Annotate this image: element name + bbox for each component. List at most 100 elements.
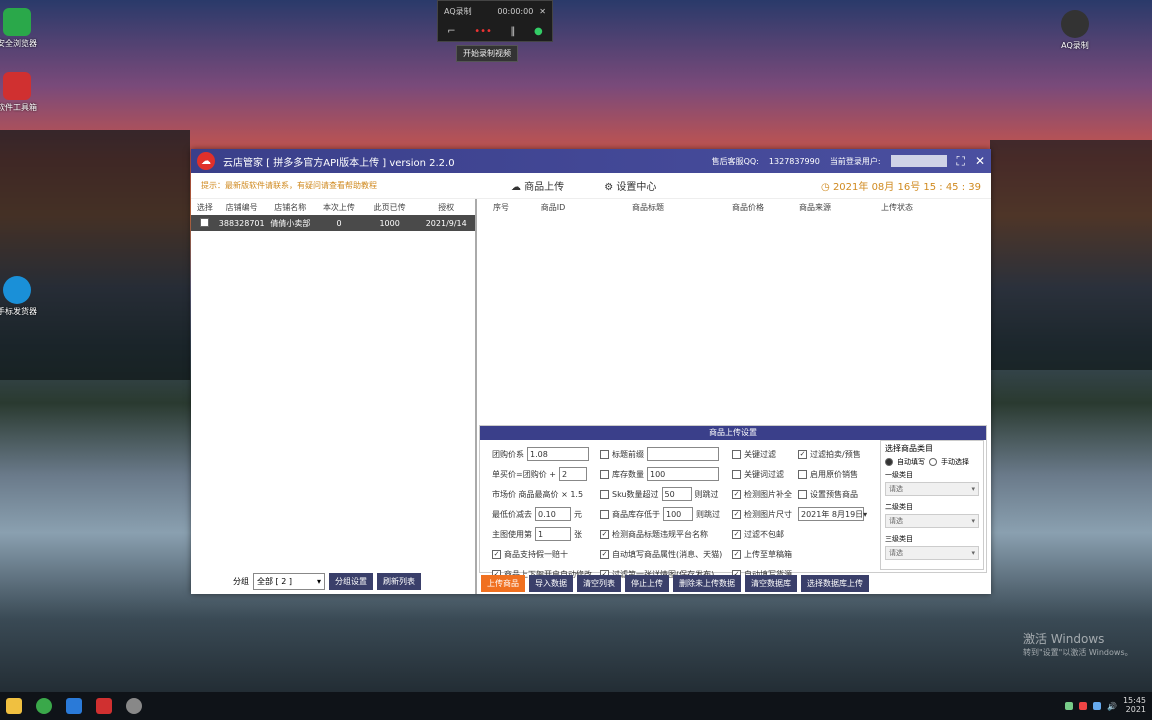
browser-icon (3, 8, 31, 36)
refresh-list-button[interactable]: 刷新列表 (377, 573, 421, 590)
shop-count: 0 (336, 218, 342, 228)
watermark-line1: 激活 Windows (1023, 632, 1105, 646)
radio-auto[interactable] (885, 458, 893, 466)
qq-number: 1327837990 (768, 156, 820, 166)
row-checkbox[interactable] (200, 217, 210, 227)
system-tray: 🔊 15:45 2021 (1064, 696, 1146, 715)
mic-icon[interactable]: ● (534, 26, 543, 37)
checkbox[interactable] (600, 449, 609, 459)
checkbox[interactable]: ✓ (732, 489, 741, 499)
low-stock-input[interactable]: 100 (663, 507, 693, 521)
crop-icon[interactable]: ⌐ (447, 26, 455, 37)
file-explorer-icon[interactable] (6, 698, 22, 714)
col-header: 授权 (438, 202, 455, 212)
desktop-icon-label: 手标发货器 (0, 307, 37, 316)
shop-date: 2021/9/14 (425, 218, 467, 228)
desktop-icon-shipper[interactable]: 手标发货器 (0, 276, 52, 317)
checkbox[interactable] (732, 449, 741, 459)
level3-value: 请选 (889, 549, 903, 557)
single-price-input[interactable]: 2 (558, 467, 587, 481)
checkbox[interactable]: ✓ (732, 509, 741, 519)
level1-value: 请选 (889, 485, 903, 493)
recorder-title: AQ录制 (444, 6, 472, 16)
delete-pending-button[interactable]: 删除未上传数据 (673, 575, 741, 592)
settings-col-price: 团购价系 1.08 单买价=团购价 +2 市场价 商品最高价 × 1.5 最低价减… (492, 444, 592, 584)
main-img-input[interactable]: 1 (535, 527, 571, 541)
level2-value: 请选 (889, 517, 903, 525)
settings-title: 商品上传设置 (480, 426, 986, 440)
category-title: 选择商品类目 (885, 444, 933, 453)
checkbox[interactable] (798, 469, 807, 479)
checkbox[interactable]: ✓ (600, 529, 609, 539)
checkbox[interactable] (600, 469, 609, 479)
pause-icon[interactable]: ‖ (510, 26, 515, 37)
desktop-icon-toolbox[interactable]: 软件工具箱 (0, 72, 52, 113)
chevron-down-icon: ▾ (316, 577, 321, 586)
col-header: 上传状态 (881, 202, 913, 212)
level3-select[interactable]: 请选 ▾ (885, 546, 979, 560)
user-name-redacted (890, 155, 947, 167)
browser-icon[interactable] (36, 698, 52, 714)
tray-icon[interactable] (1064, 702, 1073, 710)
sku-input[interactable]: 50 (661, 487, 692, 501)
maximize-icon[interactable]: ⛶ (957, 154, 965, 169)
main-img-unit: 张 (574, 529, 582, 539)
volume-icon[interactable]: 🔊 (1107, 702, 1117, 711)
nav-upload[interactable]: ☁ 商品上传 (511, 178, 564, 193)
close-icon[interactable]: ✕ (539, 7, 546, 16)
option-label: Sku数量超过 (612, 489, 659, 499)
title-prefix-input[interactable] (647, 447, 719, 461)
chevron-down-icon: ▾ (863, 509, 868, 519)
price-cut-input[interactable]: 0.10 (535, 507, 571, 521)
product-pane: 序号 商品ID 商品标题 商品价格 商品来源 上传状态 商品上传设置 团购价系 1… (479, 199, 991, 594)
checkbox[interactable] (600, 509, 609, 519)
group-settings-button[interactable]: 分组设置 (329, 573, 373, 590)
app-icon[interactable] (66, 698, 82, 714)
main-img-label: 主图使用第 (492, 529, 532, 539)
group-label: 分组 (233, 577, 249, 586)
desktop-icon-browser[interactable]: 安全浏览器 (0, 8, 52, 49)
checkbox[interactable]: ✓ (798, 449, 807, 459)
action-buttons: 上传商品 导入数据 清空列表 停止上传 删除未上传数据 清空数据库 选择数据库上… (481, 575, 869, 592)
low-tail: 则跳过 (696, 509, 720, 519)
upload-button[interactable]: 上传商品 (481, 575, 525, 592)
import-button[interactable]: 导入数据 (529, 575, 573, 592)
checkbox[interactable] (798, 489, 807, 499)
clear-db-button[interactable]: 清空数据库 (745, 575, 797, 592)
tray-icon[interactable] (1078, 702, 1087, 710)
checkbox[interactable]: ✓ (492, 549, 501, 559)
radio-manual[interactable] (929, 458, 937, 466)
group-select[interactable]: 全部 [ 2 ] ▾ (253, 573, 325, 590)
stock-input[interactable]: 100 (647, 467, 719, 481)
option-label: 设置预售商品 (810, 489, 858, 499)
sub-toolbar: 提示：最新版软件请联系，有疑问请查看帮助教程 ☁ 商品上传 ⚙ 设置中心 ◷ 2… (191, 173, 991, 199)
date-picker[interactable]: 2021年 8月19日 ▾ (798, 507, 868, 521)
desktop-icon-recorder[interactable]: AQ录制 (1040, 10, 1110, 51)
checkbox[interactable] (600, 489, 609, 499)
group-price-input[interactable]: 1.08 (527, 447, 589, 461)
clear-list-button[interactable]: 清空列表 (577, 575, 621, 592)
tray-icon[interactable] (1092, 702, 1101, 710)
option-label: 关键词过滤 (744, 469, 784, 479)
upload-from-db-button[interactable]: 选择数据库上传 (801, 575, 869, 592)
option-label: 库存数量 (612, 469, 644, 479)
nav-settings[interactable]: ⚙ 设置中心 (604, 178, 656, 193)
level2-label: 二级类目 (885, 503, 913, 511)
window-title: 云店管家 [ 拼多多官方API版本上传 ] version 2.2.0 (223, 157, 455, 169)
record-icon[interactable]: ••• (474, 26, 492, 37)
checkbox[interactable]: ✓ (732, 549, 741, 559)
option-label: 关键过滤 (744, 449, 776, 459)
avatar-icon[interactable] (126, 698, 142, 714)
close-icon[interactable]: ✕ (975, 154, 985, 168)
checkbox[interactable]: ✓ (732, 529, 741, 539)
stop-button[interactable]: 停止上传 (625, 575, 669, 592)
notice-text: 提示：最新版软件请联系，有疑问请查看帮助教程 (201, 181, 377, 190)
checkbox[interactable] (732, 469, 741, 479)
level2-select[interactable]: 请选 ▾ (885, 514, 979, 528)
shop-table-header: 选择 店铺编号 店铺名称 本次上传 此页已传 授权 (191, 199, 475, 215)
level1-select[interactable]: 请选 ▾ (885, 482, 979, 496)
nav-upload-label: 商品上传 (524, 182, 565, 193)
checkbox[interactable]: ✓ (600, 549, 609, 559)
cloud-store-icon[interactable] (96, 698, 112, 714)
table-row[interactable]: 388328701 倩倩小卖部 0 1000 2021/9/14 (191, 215, 475, 231)
